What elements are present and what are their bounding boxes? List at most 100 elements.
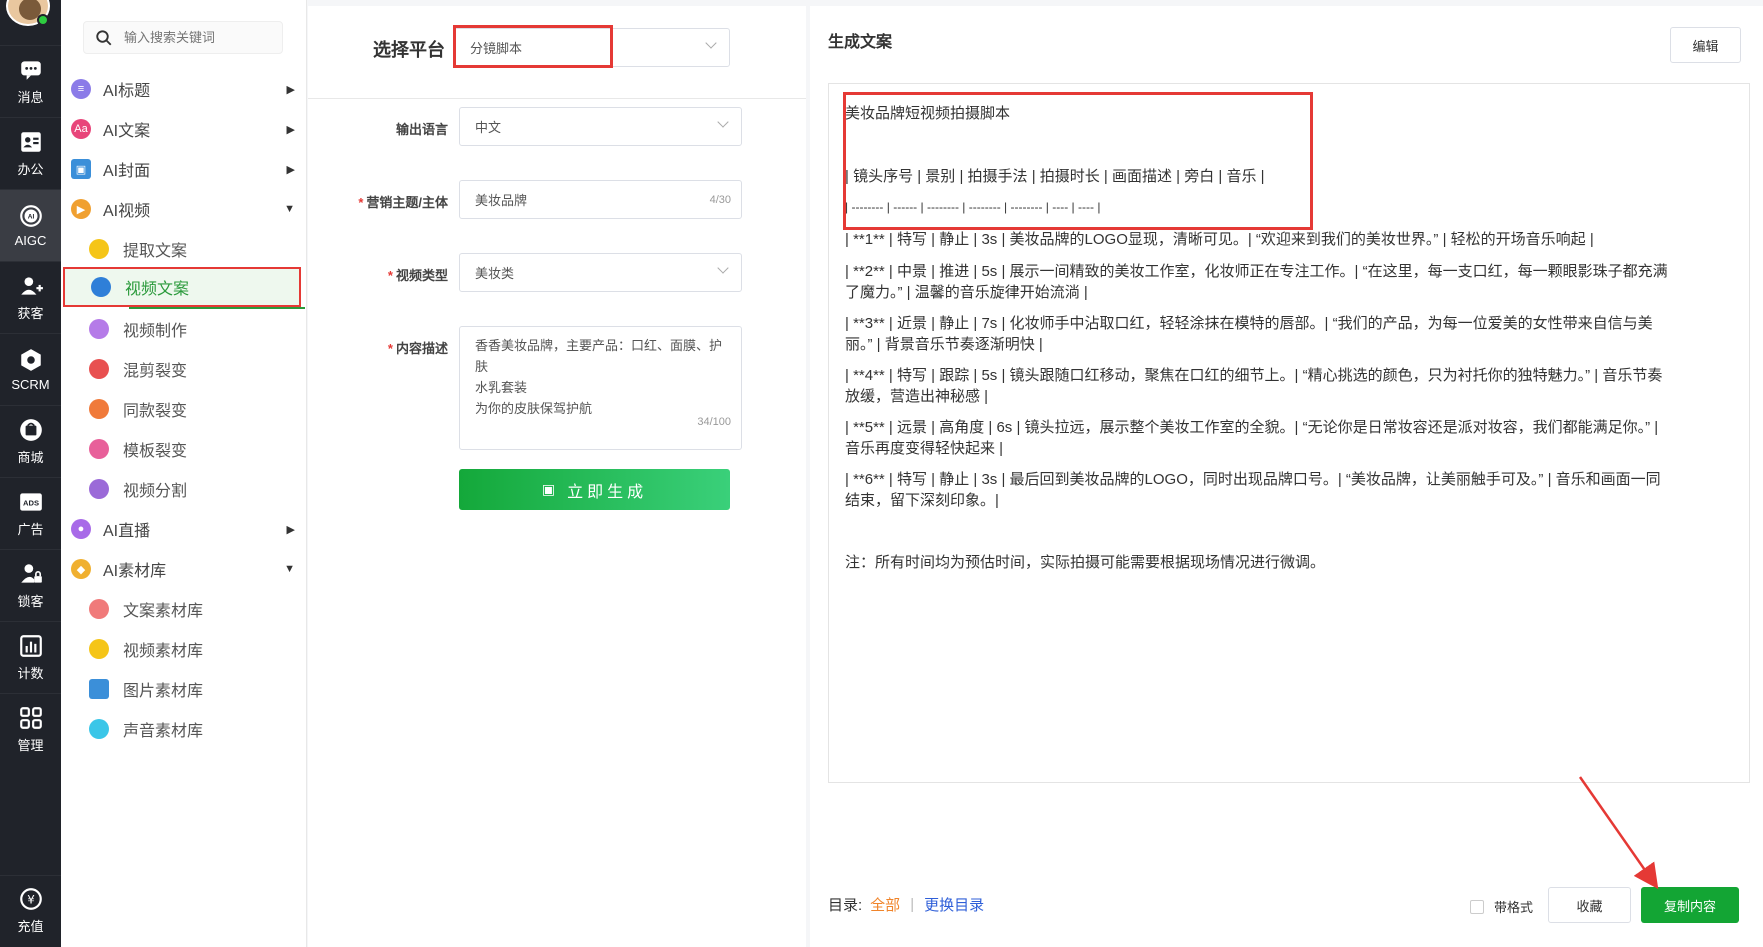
svg-text:AI: AI bbox=[27, 214, 34, 221]
ads-icon: ADS bbox=[18, 489, 44, 515]
chat-icon bbox=[18, 57, 44, 83]
rail-label: 广告 bbox=[17, 522, 44, 537]
contact-card-icon bbox=[18, 129, 44, 155]
extract-icon bbox=[89, 239, 109, 259]
menu-item-ai-video[interactable]: ▶ AI视频 ▼ bbox=[61, 189, 307, 229]
toc-bar: 目录: 全部 | 更换目录 bbox=[828, 894, 984, 915]
user-lock-icon bbox=[18, 561, 44, 587]
rail-label: SCRM bbox=[11, 377, 50, 392]
desc-label: * 内容描述 bbox=[387, 341, 448, 356]
desc-line: 水乳套装 bbox=[475, 380, 528, 395]
rail-item-recharge[interactable]: ¥ 充值 bbox=[0, 875, 61, 945]
rail-item-ads[interactable]: ADS 广告 bbox=[0, 477, 61, 549]
menu-item-video-split[interactable]: 视频分割 bbox=[61, 469, 307, 509]
result-line: 结束，留下深刻印象。| bbox=[845, 492, 999, 509]
result-title: 生成文案 bbox=[828, 34, 893, 51]
desc-line: 为你的皮肤保驾护航 bbox=[475, 401, 593, 416]
highlight-box-platform bbox=[453, 25, 613, 68]
rail-item-count[interactable]: 计数 bbox=[0, 621, 61, 693]
toc-all-link[interactable]: 全部 bbox=[870, 894, 900, 915]
image-icon: ▣ bbox=[71, 159, 91, 179]
rail-item-store[interactable]: 商城 bbox=[0, 405, 61, 477]
result-content[interactable]: 美妆品牌短视频拍摄脚本 | 镜头序号 | 景别 | 拍摄手法 | 拍摄时长 | … bbox=[828, 83, 1750, 783]
menu-item-ai-title[interactable]: ≡ AI标题 ▶ bbox=[61, 69, 307, 109]
menu-label: 视频素材库 bbox=[123, 643, 204, 660]
ai-chip-icon: AI bbox=[18, 203, 44, 229]
search-input[interactable] bbox=[124, 30, 274, 45]
toc-label: 目录: bbox=[828, 897, 863, 914]
generate-icon: ▣ bbox=[541, 481, 560, 497]
menu-item-template-split[interactable]: 模板裂变 bbox=[61, 429, 307, 469]
chevron-down-icon bbox=[705, 37, 717, 49]
menu-item-audio-assets[interactable]: 声音素材库 bbox=[61, 709, 307, 749]
document-icon bbox=[89, 599, 109, 619]
caret-right-icon: ▶ bbox=[286, 523, 295, 536]
menu-label: 文案素材库 bbox=[123, 603, 204, 620]
menu-item-image-assets[interactable]: 图片素材库 bbox=[61, 669, 307, 709]
caret-down-icon: ▼ bbox=[284, 563, 295, 575]
rail-item-aigc[interactable]: AI AIGC bbox=[0, 189, 61, 261]
lang-label: 输出语言 bbox=[395, 122, 448, 137]
menu-item-video-make[interactable]: 视频制作 bbox=[61, 309, 307, 349]
edit-label: 编辑 bbox=[1692, 38, 1719, 54]
rail-item-messages[interactable]: 消息 bbox=[0, 45, 61, 117]
menu-item-same-split[interactable]: 同款裂变 bbox=[61, 389, 307, 429]
result-line: | **4** | 特写 | 跟踪 | 5s | 镜头跟随口红移动，聚焦在口红的… bbox=[845, 367, 1663, 384]
result-line: 了魔力。” | 温馨的音乐旋律开始流淌 | bbox=[845, 284, 1088, 301]
rail-item-manage[interactable]: 管理 bbox=[0, 693, 61, 765]
favorite-button[interactable]: 收藏 bbox=[1548, 887, 1631, 923]
rail-item-acquire[interactable]: 获客 bbox=[0, 261, 61, 333]
copy-style-icon bbox=[89, 399, 109, 419]
generate-button[interactable]: ▣ 立即生成 bbox=[459, 469, 730, 510]
desc-count: 34/100 bbox=[697, 416, 731, 428]
with-format-checkbox[interactable] bbox=[1470, 900, 1484, 914]
desc-line: 香香美妆品牌，主要产品：口红、面膜、护肤 bbox=[475, 338, 723, 374]
menu-label: 同款裂变 bbox=[123, 403, 188, 420]
menu-item-ai-live[interactable]: ● AI直播 ▶ bbox=[61, 509, 307, 549]
sound-icon bbox=[89, 719, 109, 739]
topic-input[interactable]: 美妆品牌 4/30 bbox=[459, 180, 742, 219]
online-status-dot bbox=[37, 14, 49, 26]
result-line: | **6** | 特写 | 静止 | 3s | 最后回到美妆品牌的LOGO，同… bbox=[845, 471, 1661, 488]
hexagon-icon bbox=[18, 347, 44, 373]
search-box[interactable] bbox=[83, 21, 283, 54]
menu-item-video-assets[interactable]: 视频素材库 bbox=[61, 629, 307, 669]
rail-label: 获客 bbox=[17, 306, 44, 321]
copy-content-button[interactable]: 复制内容 bbox=[1641, 887, 1739, 923]
picture-icon bbox=[89, 679, 109, 699]
result-line: | **5** | 远景 | 高角度 | 6s | 镜头拉远，展示整个美妆工作室… bbox=[845, 419, 1659, 436]
menu-item-copy-assets[interactable]: 文案素材库 bbox=[61, 589, 307, 629]
menu-label: 视频文案 bbox=[125, 281, 190, 298]
lang-value: 中文 bbox=[475, 120, 502, 135]
store-icon bbox=[18, 417, 44, 443]
menu-label: AI封面 bbox=[103, 163, 151, 180]
menu-item-mix-split[interactable]: 混剪裂变 bbox=[61, 349, 307, 389]
lang-select[interactable]: 中文 bbox=[459, 107, 742, 146]
menu-label: 视频分割 bbox=[123, 483, 188, 500]
list-icon: ≡ bbox=[71, 79, 91, 99]
result-panel: 生成文案 编辑 美妆品牌短视频拍摄脚本 | 镜头序号 | 景别 | 拍摄手法 |… bbox=[810, 6, 1763, 947]
menu-item-extract-copy[interactable]: 提取文案 bbox=[61, 229, 307, 269]
rail-item-office[interactable]: 办公 bbox=[0, 117, 61, 189]
menu-item-ai-cover[interactable]: ▣ AI封面 ▶ bbox=[61, 149, 307, 189]
rail-item-lock-customer[interactable]: 锁客 bbox=[0, 549, 61, 621]
video-make-icon bbox=[89, 319, 109, 339]
edit-button[interactable]: 编辑 bbox=[1670, 27, 1741, 63]
result-line: 丽。” | 背景音乐节奏逐渐明快 | bbox=[845, 336, 1043, 353]
menu-label: AI标题 bbox=[103, 83, 151, 100]
menu-label: AI直播 bbox=[103, 523, 151, 540]
menu-item-ai-assets[interactable]: ◆ AI素材库 ▼ bbox=[61, 549, 307, 589]
rail-item-scrm[interactable]: SCRM bbox=[0, 333, 61, 405]
with-format-label[interactable]: 带格式 bbox=[1494, 897, 1533, 916]
menu-label: 图片素材库 bbox=[123, 683, 204, 700]
menu-item-ai-copy[interactable]: Aa AI文案 ▶ bbox=[61, 109, 307, 149]
menu-item-video-copy[interactable]: 视频文案 bbox=[63, 267, 305, 309]
result-line: | **2** | 中景 | 推进 | 5s | 展示一间精致的美妆工作室，化妆… bbox=[845, 263, 1668, 280]
result-line: | **3** | 近景 | 静止 | 7s | 化妆师手中沾取口红，轻轻涂抹在… bbox=[845, 315, 1653, 332]
toc-change-link[interactable]: 更换目录 bbox=[924, 894, 984, 915]
topic-value: 美妆品牌 bbox=[475, 193, 528, 208]
desc-textarea[interactable]: 香香美妆品牌，主要产品：口红、面膜、护肤 水乳套装 为你的皮肤保驾护航 34/1… bbox=[459, 326, 742, 450]
type-select[interactable]: 美妆类 bbox=[459, 253, 742, 292]
type-value: 美妆类 bbox=[475, 266, 515, 281]
app-root: 消息 办公 AI AIGC 获客 SCRM 商城 ADS 广告 锁客 计数 管理… bbox=[0, 0, 1763, 947]
